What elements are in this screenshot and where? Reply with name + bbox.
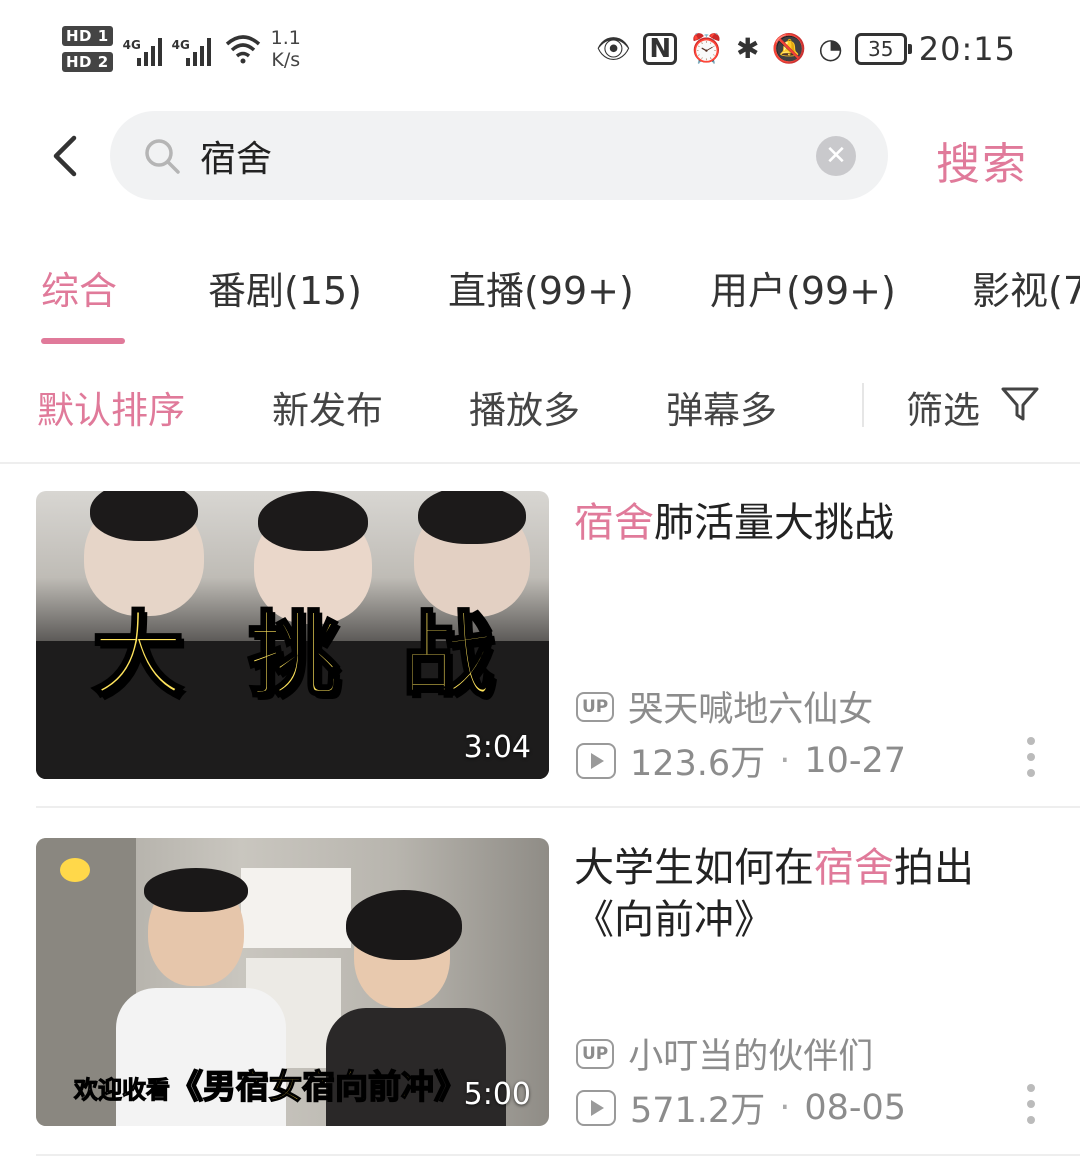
tab-bangumi[interactable]: 番剧(15) <box>208 260 362 315</box>
signal-icon: 4G <box>123 32 162 66</box>
status-bar: HD 1 HD 2 4G 4G 1.1 K/s 👁 N ⏰ ✱ 🔕 ◔ 35 2… <box>0 0 1080 100</box>
more-options-icon[interactable] <box>1024 1084 1038 1124</box>
video-card[interactable]: 欢迎收看《男宿女宿向前冲》 5:00 大学生如何在宿舍拍出 《向前冲》 UP 小… <box>0 838 1080 1158</box>
status-right: 👁 N ⏰ ✱ 🔕 ◔ 35 20:15 <box>596 30 1016 68</box>
up-badge-icon: UP <box>576 1038 615 1069</box>
uploader-row[interactable]: UP 哭天喊地六仙女 <box>576 681 873 732</box>
clock: 20:15 <box>918 30 1016 68</box>
filter-funnel-icon[interactable] <box>1000 384 1040 424</box>
view-count: 123.6万 <box>630 744 766 784</box>
title-highlight: 宿舍 <box>574 500 654 546</box>
divider <box>36 1154 1080 1156</box>
view-count: 571.2万 <box>630 1091 766 1131</box>
title-text: 《向前冲》 <box>574 897 774 943</box>
status-left: HD 1 HD 2 4G 4G 1.1 K/s <box>62 26 301 72</box>
play-count-icon <box>576 742 616 779</box>
clear-icon[interactable]: ✕ <box>816 136 856 176</box>
search-icon <box>145 139 180 174</box>
caption-small: 欢迎收看 <box>74 1076 171 1105</box>
video-duration: 3:04 <box>463 730 531 765</box>
eye-icon: 👁 <box>595 32 632 65</box>
video-title[interactable]: 大学生如何在宿舍拍出 《向前冲》 <box>574 842 1044 946</box>
hair-shape <box>258 491 368 551</box>
thumb-text: 挑 <box>246 601 341 711</box>
back-arrow-icon[interactable] <box>48 134 88 178</box>
title-text: 肺活量大挑战 <box>654 500 894 546</box>
mute-bell-icon: 🔕 <box>771 32 807 65</box>
tab-indicator <box>41 338 125 344</box>
nfc-icon: N <box>643 33 678 65</box>
play-count-icon <box>576 1089 616 1126</box>
speed-value: 1.1 <box>270 27 301 49</box>
sort-most-played[interactable]: 播放多 <box>469 380 580 434</box>
result-tabs: 综合 番剧(15) 直播(99+) 用户(99+) 影视(7 <box>0 250 1080 350</box>
network1-label: 4G <box>122 38 141 52</box>
publish-date: 10-27 <box>804 740 907 781</box>
tab-films[interactable]: 影视(7 <box>972 260 1080 315</box>
video-duration: 5:00 <box>463 1077 531 1112</box>
network2-label: 4G <box>171 38 190 52</box>
hair-shape <box>90 491 198 541</box>
signal-icon: 4G <box>172 32 211 66</box>
tab-live[interactable]: 直播(99+) <box>448 260 634 315</box>
thumb-text: 战 <box>400 601 495 711</box>
speed-unit: K/s <box>271 49 301 71</box>
divider <box>36 806 1080 808</box>
tab-all[interactable]: 综合 <box>41 260 117 315</box>
caption-big: 《男宿女宿向前冲》 <box>169 1066 468 1107</box>
stats-row: 571.2万 · 08-05 <box>576 1082 906 1133</box>
publish-date: 08-05 <box>804 1087 907 1128</box>
video-thumbnail[interactable]: 欢迎收看《男宿女宿向前冲》 5:00 <box>36 838 549 1126</box>
title-text: 大学生如何在 <box>574 845 814 891</box>
sort-divider <box>862 383 864 427</box>
title-text: 拍出 <box>894 845 974 891</box>
logo-icon <box>60 858 90 882</box>
speedometer-icon: ◔ <box>818 32 843 65</box>
hair-shape <box>418 491 526 544</box>
battery-icon: 35 <box>854 33 912 65</box>
wifi-icon <box>225 35 260 64</box>
bluetooth-icon: ✱ <box>736 32 760 65</box>
sort-bar: 默认排序 新发布 播放多 弹幕多 筛选 <box>0 370 1080 440</box>
sort-most-danmaku[interactable]: 弹幕多 <box>666 380 777 434</box>
divider <box>0 462 1080 464</box>
video-card[interactable]: 大 挑 战 3:04 宿舍肺活量大挑战 UP 哭天喊地六仙女 123.6万 · … <box>0 491 1080 811</box>
poster-shape <box>241 868 351 948</box>
thumb-text: 大 <box>90 601 185 711</box>
uploader-row[interactable]: UP 小叮当的伙伴们 <box>576 1028 873 1079</box>
headscarf-shape <box>346 890 462 960</box>
search-box[interactable]: ✕ <box>110 111 888 200</box>
thumb-caption: 欢迎收看《男宿女宿向前冲》 <box>74 1060 468 1108</box>
up-badge-icon: UP <box>576 691 615 722</box>
video-title[interactable]: 宿舍肺活量大挑战 <box>574 497 1044 549</box>
sim2-badge: HD 2 <box>62 52 113 72</box>
separator-dot: · <box>779 1087 791 1128</box>
search-input[interactable] <box>200 129 800 183</box>
uploader-name: 哭天喊地六仙女 <box>628 690 874 730</box>
sort-default[interactable]: 默认排序 <box>37 380 185 434</box>
sort-newest[interactable]: 新发布 <box>272 380 383 434</box>
uploader-name: 小叮当的伙伴们 <box>628 1037 874 1077</box>
tab-users[interactable]: 用户(99+) <box>710 260 896 315</box>
hair-shape <box>144 868 248 912</box>
alarm-icon: ⏰ <box>689 32 724 65</box>
network-speed: 1.1 K/s <box>271 27 301 71</box>
more-options-icon[interactable] <box>1024 737 1038 777</box>
title-highlight: 宿舍 <box>814 845 894 891</box>
search-button[interactable]: 搜索 <box>936 128 1028 192</box>
filter-button[interactable]: 筛选 <box>906 380 980 434</box>
stats-row: 123.6万 · 10-27 <box>576 735 906 786</box>
video-thumbnail[interactable]: 大 挑 战 3:04 <box>36 491 549 779</box>
separator-dot: · <box>779 740 791 781</box>
sim1-badge: HD 1 <box>62 26 113 46</box>
